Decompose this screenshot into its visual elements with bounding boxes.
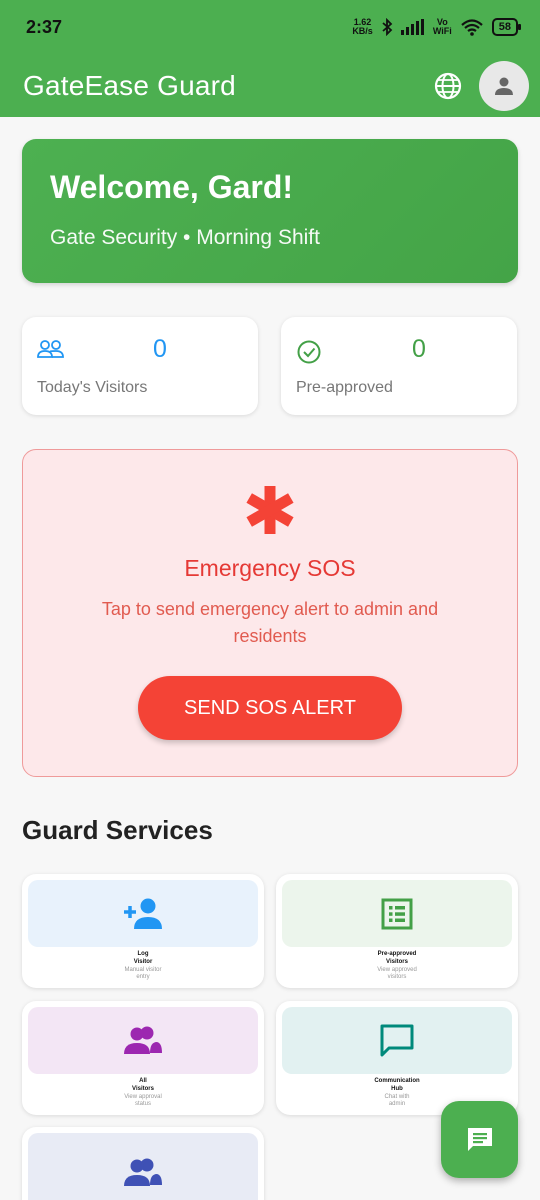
service-card-all-visitors[interactable]: All Visitors View approval status — [22, 1001, 264, 1115]
person-icon — [495, 77, 513, 95]
service-tile — [28, 1007, 258, 1074]
service-name-line: Visitors — [132, 1086, 154, 1092]
asterisk-icon — [246, 486, 294, 534]
service-name: All Visitors — [22, 1077, 264, 1093]
group-icon — [124, 1158, 162, 1186]
service-card-communication-hub[interactable]: Communication Hub Chat with admin — [276, 1001, 518, 1115]
service-name-line: Log — [137, 951, 149, 957]
message-icon — [467, 1127, 492, 1151]
service-desc-line: Chat with — [384, 1094, 410, 1100]
stat-card-pre-approved[interactable]: 0 Pre-approved — [281, 317, 517, 415]
service-tile — [282, 1007, 512, 1074]
globe-icon[interactable] — [433, 71, 463, 101]
app-title: GateEase Guard — [23, 69, 236, 101]
emergency-sos-card: Emergency SOS Tap to send emergency aler… — [22, 449, 518, 777]
sos-description: Tap to send emergency alert to admin and… — [101, 599, 439, 646]
profile-avatar-button[interactable] — [479, 60, 529, 111]
service-name-line: Visitors — [386, 959, 408, 965]
net-speed-unit: KB/s — [352, 26, 373, 36]
wifi-text: WiFi — [432, 26, 452, 36]
stat-label: Today's Visitors — [37, 379, 148, 396]
chat-fab-button[interactable] — [441, 1101, 518, 1178]
service-desc-line: status — [134, 1101, 151, 1107]
signal-icon — [400, 19, 424, 35]
guard-services-heading: Guard Services — [22, 815, 213, 845]
stat-value: 0 — [153, 335, 167, 363]
net-speed: 1.62 KB/s — [352, 18, 373, 36]
service-desc-line: entry — [136, 974, 150, 980]
app-bar: GateEase Guard — [0, 54, 540, 117]
service-name: Log Visitor — [22, 950, 264, 966]
service-desc: View approval status — [22, 1094, 264, 1108]
wifi-icon — [461, 19, 483, 36]
service-desc-line: Manual visitor — [124, 967, 162, 973]
service-card-pre-approved-visitors[interactable]: Pre-approved Visitors View approved visito… — [276, 874, 518, 988]
status-icons: 1.62 KB/s Vo WiFi 58 — [352, 18, 522, 36]
service-name-line: Pre-approved — [377, 951, 417, 957]
send-sos-alert-button[interactable]: SEND SOS ALERT — [138, 676, 402, 740]
welcome-subtitle: Gate Security • Morning Shift — [50, 226, 320, 249]
person-add-icon — [124, 898, 162, 929]
stat-label: Pre-approved — [296, 379, 393, 396]
service-tile — [282, 880, 512, 947]
service-tile — [28, 1133, 258, 1200]
service-desc: View approved visitors — [276, 967, 518, 981]
service-name-line: All — [139, 1078, 147, 1084]
status-bar: 2:37 1.62 KB/s Vo WiFi 58 — [0, 0, 540, 54]
service-desc-line: View approved — [377, 967, 417, 973]
list-icon — [381, 898, 413, 929]
service-tile — [28, 880, 258, 947]
stat-card-todays-visitors[interactable]: 0 Today's Visitors — [22, 317, 258, 415]
welcome-card: Welcome, Gard! Gate Security • Morning S… — [22, 139, 518, 283]
chat-bubble-icon — [380, 1024, 414, 1056]
service-card-group[interactable] — [22, 1127, 264, 1200]
service-desc: Manual visitor entry — [22, 967, 264, 981]
service-name-line: Communication — [374, 1078, 420, 1084]
vowifi-label: Vo WiFi — [433, 18, 452, 36]
bluetooth-icon — [382, 18, 393, 36]
app-bar-actions — [433, 60, 529, 111]
group-icon — [124, 1026, 162, 1054]
service-name: Communication Hub — [276, 1077, 518, 1093]
sos-title: Emergency SOS — [184, 555, 356, 581]
status-time: 2:37 — [26, 16, 63, 37]
service-card-log-visitor[interactable]: Log Visitor Manual visitor entry — [22, 874, 264, 988]
service-desc-line: View approval — [124, 1094, 162, 1100]
service-name: Pre-approved Visitors — [276, 950, 518, 966]
top-bar: 2:37 1.62 KB/s Vo WiFi 58 GateEase Guard — [0, 0, 540, 117]
service-name-line: Visitor — [133, 959, 153, 965]
service-desc-line: visitors — [387, 974, 407, 980]
welcome-heading: Welcome, Gard! — [50, 169, 294, 205]
service-name-line: Hub — [391, 1086, 403, 1092]
battery-indicator: 58 — [491, 18, 522, 36]
stat-value: 0 — [412, 335, 426, 363]
